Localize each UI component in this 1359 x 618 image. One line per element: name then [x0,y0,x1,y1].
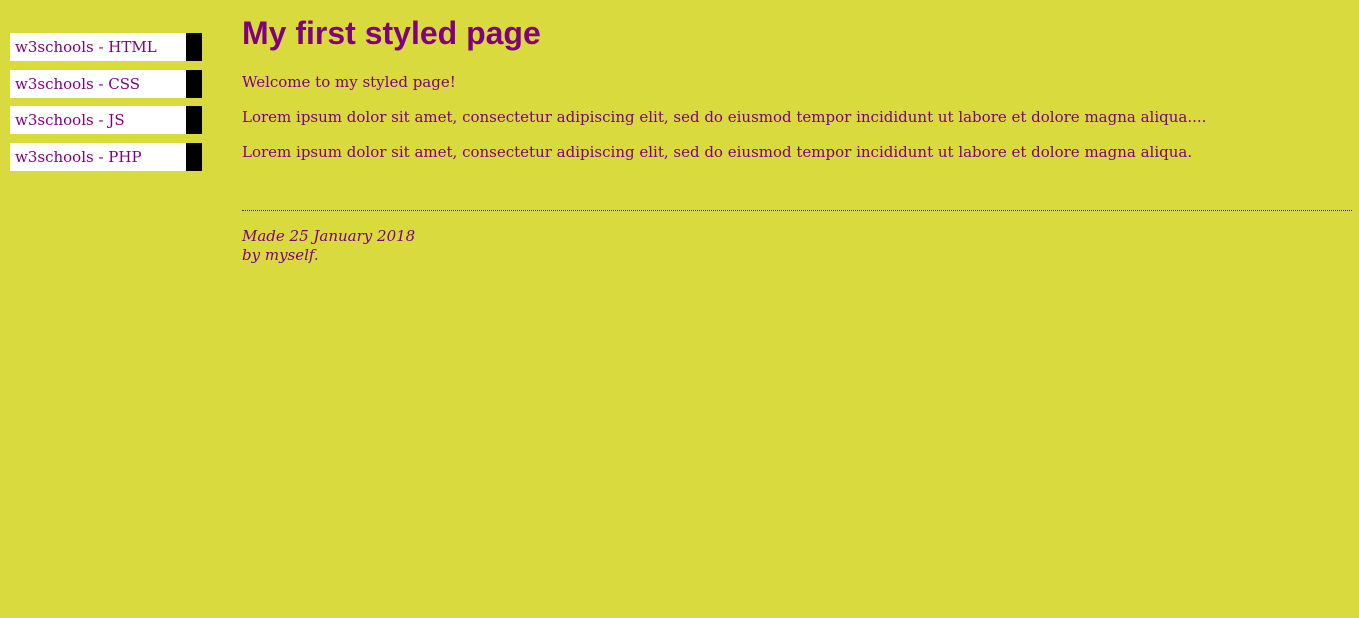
lorem-paragraph-1: Lorem ipsum dolor sit amet, consectetur … [242,108,1207,126]
footer-author: by myself. [242,246,319,264]
nav-item-js[interactable]: w3schools - JS [10,106,202,134]
nav-item-css[interactable]: w3schools - CSS [10,69,202,98]
welcome-paragraph: Welcome to my styled page! [242,73,456,91]
footer-divider [242,210,1352,211]
nav-link-css[interactable]: w3schools - CSS [10,70,186,98]
nav-item-html[interactable]: w3schools - HTML [10,33,202,61]
nav-item-php[interactable]: w3schools - PHP [10,142,202,171]
footer-date: Made 25 January 2018 [242,227,416,245]
nav-link-php[interactable]: w3schools - PHP [10,143,186,171]
navigation-menu: w3schools - HTML w3schools - CSS w3schoo… [10,33,202,179]
nav-link-html[interactable]: w3schools - HTML [10,33,186,61]
page-title: My first styled page [242,15,541,51]
nav-link-js[interactable]: w3schools - JS [10,106,186,134]
footer: Made 25 January 2018 by myself. [242,227,415,265]
main-content: My first styled page Welcome to my style… [242,0,1352,162]
lorem-paragraph-2: Lorem ipsum dolor sit amet, consectetur … [242,143,1193,161]
